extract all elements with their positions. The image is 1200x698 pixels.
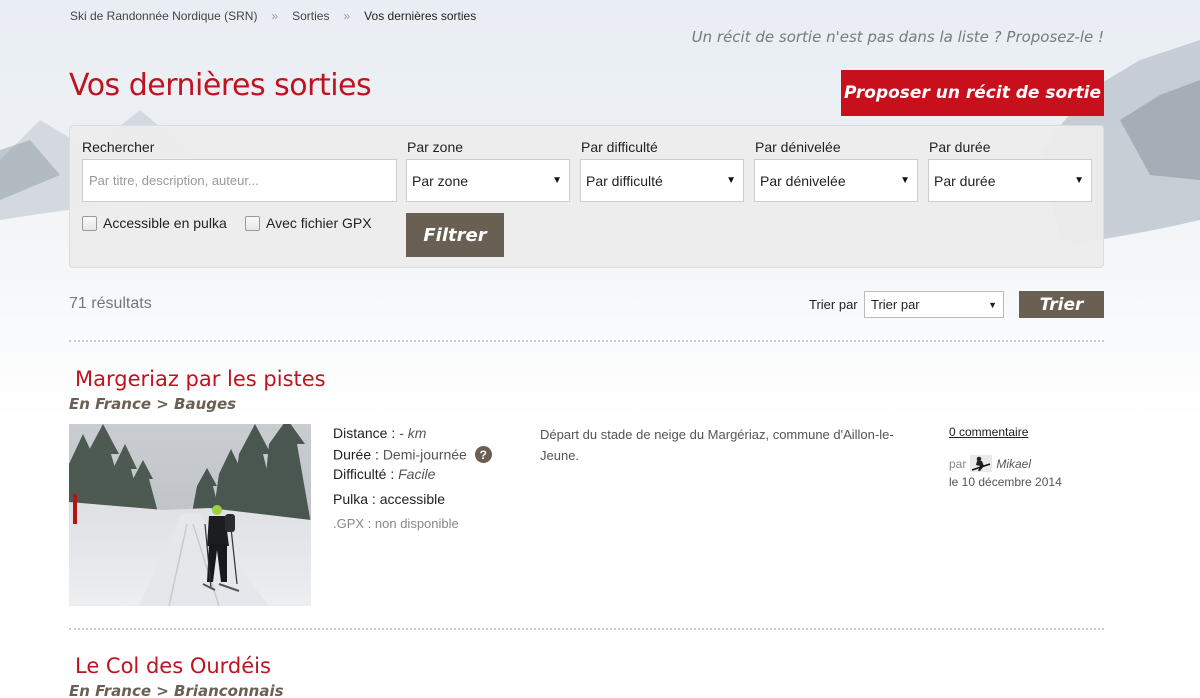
filter-button[interactable]: Filtrer bbox=[406, 213, 504, 257]
duration-select-value: Par durée bbox=[934, 172, 996, 189]
sort-label: Trier par bbox=[809, 297, 858, 312]
outing-duration: Durée : Demi-journée ? bbox=[333, 446, 492, 463]
gpx-checkbox-row[interactable]: Avec fichier GPX bbox=[245, 215, 372, 231]
outing-zone: En France > Brianconnais bbox=[69, 682, 284, 698]
duration-select[interactable]: Par durée ▼ bbox=[928, 159, 1092, 202]
distance-value: - km bbox=[399, 425, 427, 441]
outing-author: par Mikael bbox=[949, 455, 1031, 472]
skier-photo bbox=[69, 424, 311, 606]
pulka-checkbox-row[interactable]: Accessible en pulka bbox=[82, 215, 227, 231]
comments-link[interactable]: 0 commentaire bbox=[949, 425, 1028, 439]
difficulty-select-value: Par difficulté bbox=[586, 172, 663, 189]
results-count: 71 résultats bbox=[69, 295, 152, 312]
duration-label: Durée : bbox=[333, 446, 379, 463]
author-name[interactable]: Mikael bbox=[996, 457, 1031, 471]
breadcrumb-link-srn[interactable]: Ski de Randonnée Nordique (SRN) bbox=[70, 9, 257, 23]
elevation-select[interactable]: Par dénivelée ▼ bbox=[754, 159, 918, 202]
skier-avatar-icon bbox=[970, 455, 993, 472]
pulka-checkbox[interactable] bbox=[82, 215, 97, 231]
outing-difficulty: Difficulté : Facile bbox=[333, 466, 435, 482]
duration-value: Demi-journée bbox=[382, 446, 467, 463]
outing-title[interactable]: Margeriaz par les pistes bbox=[75, 367, 326, 391]
divider bbox=[69, 628, 1104, 630]
breadcrumb-current: Vos dernières sorties bbox=[364, 9, 477, 23]
difficulty-label: Difficulté : bbox=[333, 466, 395, 482]
caret-down-icon: ▼ bbox=[988, 299, 997, 310]
search-label: Rechercher bbox=[82, 139, 155, 155]
difficulty-select[interactable]: Par difficulté ▼ bbox=[580, 159, 744, 202]
caret-down-icon: ▼ bbox=[1074, 175, 1084, 186]
avatar[interactable] bbox=[970, 455, 993, 472]
outing-description: Départ du stade de neige du Margériaz, c… bbox=[540, 427, 894, 463]
propose-outing-button[interactable]: Proposer un récit de sortie bbox=[841, 70, 1104, 116]
outing-pulka: Pulka : accessible bbox=[333, 491, 446, 507]
caret-down-icon: ▼ bbox=[552, 175, 562, 186]
propose-outing-link[interactable]: Un récit de sortie n'est pas dans la lis… bbox=[692, 28, 1104, 46]
distance-label: Distance : bbox=[333, 425, 396, 441]
caret-down-icon: ▼ bbox=[726, 175, 736, 186]
post-date: le 10 décembre 2014 bbox=[949, 475, 1062, 489]
sort-button[interactable]: Trier bbox=[1019, 291, 1104, 318]
outing-title[interactable]: Le Col des Ourdéis bbox=[75, 654, 271, 678]
breadcrumb-link-sorties[interactable]: Sorties bbox=[292, 9, 329, 23]
zone-label: Par zone bbox=[407, 139, 464, 155]
difficulty-label: Par difficulté bbox=[581, 139, 658, 155]
outing-distance: Distance : - km bbox=[333, 425, 426, 441]
outing-zone: En France > Bauges bbox=[69, 395, 237, 413]
breadcrumb-separator: » bbox=[343, 9, 351, 23]
outing-gpx: .GPX : non disponible bbox=[333, 516, 459, 531]
author-prefix: par bbox=[949, 456, 967, 471]
pulka-checkbox-label: Accessible en pulka bbox=[103, 215, 227, 231]
outing-thumbnail[interactable] bbox=[69, 424, 311, 606]
divider bbox=[69, 340, 1104, 342]
filter-panel: Rechercher Par zone Par zone ▼ Par diffi… bbox=[69, 125, 1104, 268]
page-title: Vos dernières sorties bbox=[69, 68, 372, 103]
sort-select-value: Trier par bbox=[871, 297, 920, 312]
gpx-checkbox[interactable] bbox=[245, 215, 260, 231]
search-input[interactable] bbox=[82, 159, 397, 202]
help-icon[interactable]: ? bbox=[474, 446, 492, 463]
difficulty-value: Facile bbox=[398, 466, 436, 482]
gpx-checkbox-label: Avec fichier GPX bbox=[266, 215, 372, 231]
breadcrumb-separator: » bbox=[271, 9, 279, 23]
sort-select[interactable]: Trier par ▼ bbox=[864, 291, 1004, 318]
breadcrumb: Ski de Randonnée Nordique (SRN) » Sortie… bbox=[70, 9, 476, 23]
zone-select-value: Par zone bbox=[412, 172, 469, 189]
elevation-label: Par dénivelée bbox=[755, 139, 841, 155]
elevation-select-value: Par dénivelée bbox=[760, 172, 846, 189]
zone-select[interactable]: Par zone ▼ bbox=[406, 159, 570, 202]
caret-down-icon: ▼ bbox=[900, 175, 910, 186]
duration-label: Par durée bbox=[929, 139, 991, 155]
